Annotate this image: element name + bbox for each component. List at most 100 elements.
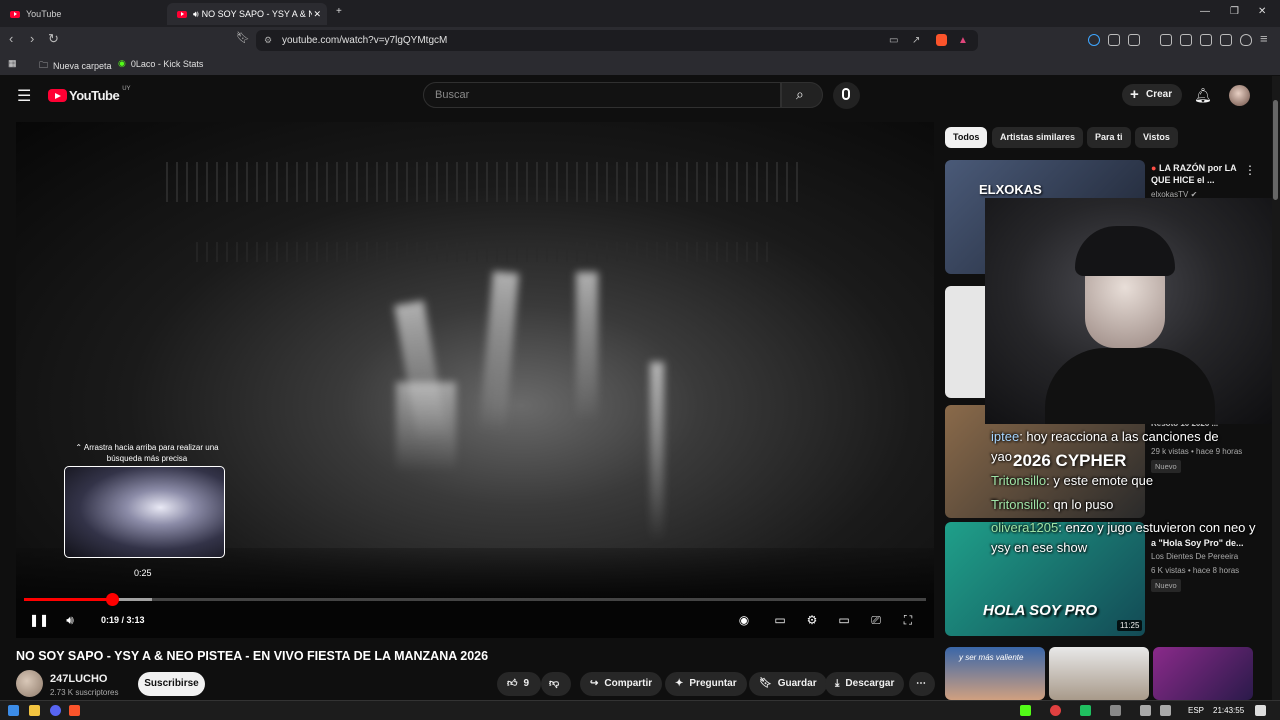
progress-bar[interactable] (24, 593, 926, 606)
chip-vistos[interactable]: Vistos (1135, 127, 1178, 148)
scrollbar-thumb[interactable] (1273, 100, 1278, 200)
sidebar-icon[interactable] (1180, 34, 1192, 46)
minimize-icon[interactable]: — (1200, 6, 1210, 17)
discord-icon[interactable] (50, 705, 61, 716)
volume-tray-icon[interactable] (1160, 705, 1171, 716)
hamburger-menu-icon[interactable]: ☰ (17, 86, 31, 106)
save-button[interactable]: 🔖︎ Guardar (749, 672, 827, 696)
dislike-button[interactable]: 👎︎ (541, 672, 571, 696)
kick-icon: ◉ (118, 58, 126, 68)
file-explorer-icon[interactable] (29, 705, 40, 716)
apps-grid-icon[interactable]: ▦ (8, 58, 17, 69)
cast-icon[interactable]: ⎚ (868, 612, 884, 628)
youtube-logo[interactable]: YouTube UY (48, 85, 131, 103)
seek-preview-time: 0:25 (134, 568, 152, 578)
ask-button[interactable]: ✦ Preguntar (665, 672, 747, 696)
voice-search-button[interactable] (833, 82, 860, 109)
smoke-haze (396, 382, 456, 472)
site-info-icon[interactable]: ⚙︎ (264, 30, 272, 51)
time-display: 0:19 / 3:13 (101, 615, 145, 625)
chip-para-ti[interactable]: Para ti (1087, 127, 1131, 148)
close-window-icon[interactable]: ✕ (1258, 6, 1266, 17)
recommendation-thumbnail[interactable] (1049, 647, 1149, 700)
time-separator: / (119, 615, 127, 625)
back-icon[interactable]: ‹ (9, 31, 13, 46)
menu-icon[interactable]: ≡ (1260, 31, 1268, 46)
tab-close-icon[interactable]: ✕ (313, 9, 321, 20)
settings-gear-icon[interactable]: ⚙︎ (804, 612, 820, 628)
restore-icon[interactable]: ❐ (1230, 6, 1239, 17)
recommendation-thumbnail[interactable] (1153, 647, 1253, 700)
subtitles-icon[interactable]: ▭ (772, 612, 788, 628)
forward-icon[interactable]: › (30, 31, 34, 46)
bookmark-icon[interactable]: 🔖︎ (236, 31, 250, 44)
theater-mode-icon[interactable]: ▭ (836, 612, 852, 628)
language-indicator[interactable]: ESP (1188, 706, 1204, 715)
recommendation-meta: 6 K vistas • hace 8 horas (1151, 566, 1240, 575)
leo-ai-icon[interactable] (1220, 34, 1232, 46)
network-icon[interactable] (1140, 705, 1151, 716)
more-actions-button[interactable]: ⋯ (909, 672, 935, 696)
light-beam (650, 362, 664, 542)
share-arrow-icon: ↪ (590, 678, 599, 689)
url-field[interactable]: ⚙︎ youtube.com/watch?v=y7lgQYMtgcM ▭ ↗ ▲ (256, 30, 978, 51)
like-button[interactable]: 👍︎ 9 (497, 672, 541, 696)
pause-icon[interactable]: ❚❚ (29, 612, 49, 628)
chip-artistas-similares[interactable]: Artistas similares (992, 127, 1084, 148)
search-input[interactable]: Buscar (423, 82, 781, 108)
vpn-icon[interactable] (1240, 34, 1252, 46)
subscribe-button[interactable]: Suscribirse (138, 672, 205, 696)
notifications-bell-icon[interactable]: 🔔︎ (1194, 87, 1212, 104)
tray-app-icon[interactable] (1080, 705, 1091, 716)
windows-start-icon[interactable] (8, 705, 19, 716)
extensions-puzzle-icon[interactable] (1108, 34, 1120, 46)
share-icon[interactable]: ↗ (912, 30, 920, 51)
chat-text: : y este emote que (1046, 473, 1154, 488)
duration: 3:13 (126, 615, 145, 625)
new-tab-icon[interactable]: + (336, 6, 342, 17)
screenshot-icon[interactable] (1128, 34, 1140, 46)
extension-audio-icon[interactable] (1088, 34, 1100, 46)
download-icon: ⤓ (835, 678, 840, 689)
tray-app-icon[interactable] (1020, 705, 1031, 716)
volume-icon[interactable]: 🔊︎ (62, 612, 78, 628)
channel-avatar[interactable] (16, 670, 43, 697)
download-button[interactable]: ⤓ Descargar (825, 672, 905, 696)
brave-rewards-icon[interactable]: ▲ (958, 30, 968, 51)
bookmark-folder[interactable]: 🗀︎ Nueva carpeta (39, 58, 112, 74)
tray-app-icon[interactable] (1110, 705, 1121, 716)
fullscreen-icon[interactable]: ⛶ (900, 612, 916, 628)
address-bar-row: ‹ › ↻ 🔖︎ ⚙︎ youtube.com/watch?v=y7lgQYMt… (0, 27, 1280, 53)
system-clock[interactable]: 21:43:55 (1213, 706, 1244, 715)
recommendation-meta: 29 k vistas • hace 9 horas (1151, 447, 1243, 456)
browser-tab-bar: YouTube 🔊︎ NO SOY SAPO - YSY A & NEO ✕ +… (0, 0, 1280, 27)
chip-todos[interactable]: Todos (945, 127, 988, 148)
tab-youtube[interactable]: YouTube (0, 3, 165, 25)
recommendation-title[interactable]: ● LA RAZÓN por LA QUE HICE el ... (1151, 162, 1251, 186)
account-avatar[interactable] (1229, 85, 1250, 106)
recommendation-title[interactable]: a "Hola Soy Pro" de... (1151, 537, 1251, 549)
create-button[interactable]: + Crear (1122, 84, 1182, 106)
recommendation-channel[interactable]: Los Dientes De Pereeira (1151, 552, 1238, 561)
tray-app-icon[interactable] (1050, 705, 1061, 716)
thumbnail-text: ELXOKAS (979, 182, 1042, 197)
wallet-icon[interactable] (1200, 34, 1212, 46)
video-player[interactable]: ⌃ Arrastra hacia arriba para realizar un… (16, 122, 934, 638)
region-code: UY (122, 85, 131, 92)
autoplay-toggle-icon[interactable]: ◉ (736, 612, 752, 628)
tab-current-video[interactable]: 🔊︎ NO SOY SAPO - YSY A & NEO ✕ (167, 3, 327, 25)
music-icon[interactable] (1160, 34, 1172, 46)
channel-name[interactable]: 247LUCHO (50, 673, 107, 685)
brave-shields-icon[interactable] (936, 34, 947, 46)
reload-icon[interactable]: ↻ (48, 31, 59, 47)
cast-page-icon[interactable]: ▭ (889, 30, 898, 51)
brave-browser-icon[interactable] (69, 705, 80, 716)
chat-message: Tritonsillo: y este emote que (991, 473, 1153, 488)
notification-center-icon[interactable] (1255, 705, 1266, 716)
more-vertical-icon[interactable]: ⋮ (1244, 163, 1256, 177)
recommendation-thumbnail[interactable]: y ser más valiente (945, 647, 1045, 700)
search-button[interactable]: ⌕ (781, 82, 823, 108)
bookmark-kick-stats[interactable]: ◉ 0Laco - Kick Stats (118, 58, 203, 69)
chat-text: : qn lo puso (1046, 497, 1114, 512)
share-button[interactable]: ↪ Compartir (580, 672, 663, 696)
